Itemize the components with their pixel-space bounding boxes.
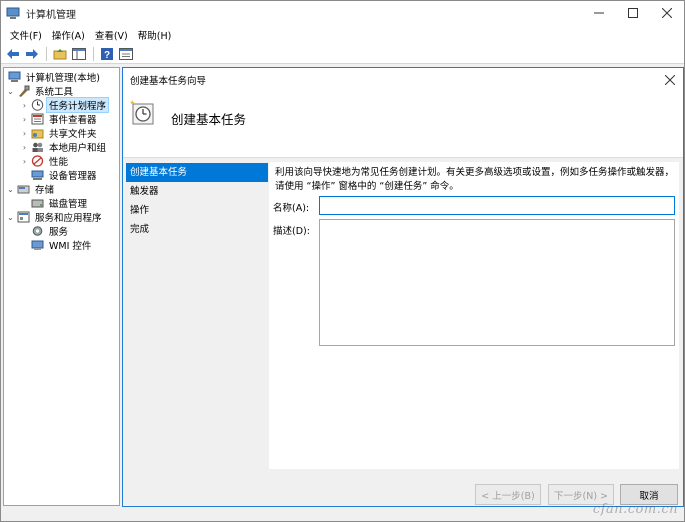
chevron-down-icon[interactable]: ⌄	[6, 213, 15, 222]
menu-help[interactable]: 帮助(H)	[133, 28, 177, 42]
tree-item-performance[interactable]: › 性能	[20, 154, 70, 168]
description-field[interactable]	[319, 219, 675, 346]
menu-file[interactable]: 文件(F)	[5, 28, 47, 42]
wizard-content: 利用该向导快速地为常见任务创建计划。有关更多高级选项或设置，例如多任务操作或触发…	[269, 162, 679, 469]
storage-icon	[17, 183, 30, 195]
users-icon	[31, 141, 44, 153]
task-wizard-icon	[129, 98, 157, 126]
maximize-button[interactable]	[616, 1, 650, 25]
close-icon	[665, 75, 675, 85]
chevron-right-icon[interactable]: ›	[20, 115, 29, 124]
menu-bar: 文件(F) 操作(A) 查看(V) 帮助(H)	[1, 25, 684, 44]
tree-item-event-viewer[interactable]: › 事件查看器	[20, 112, 99, 126]
tree-item-root[interactable]: 计算机管理(本地)	[6, 70, 102, 84]
tree-item-services-apps[interactable]: ⌄ 服务和应用程序	[6, 210, 104, 224]
toolbar: ?	[1, 44, 684, 64]
description-label: 描述(D):	[273, 226, 310, 237]
back-step-button[interactable]: < 上一步(B)	[475, 484, 541, 505]
svg-text:?: ?	[103, 50, 109, 60]
step-finish[interactable]: 完成	[126, 220, 268, 239]
step-action[interactable]: 操作	[126, 201, 268, 220]
folder-up-icon	[53, 48, 66, 59]
tree-item-device-manager[interactable]: 设备管理器	[20, 168, 99, 182]
toolbar-separator	[46, 46, 47, 61]
title-bar[interactable]: 计算机管理	[1, 1, 684, 25]
back-button[interactable]	[4, 46, 21, 62]
clock-icon	[31, 99, 44, 111]
wmi-icon	[31, 239, 44, 251]
help-icon: ?	[100, 47, 113, 60]
chevron-right-icon[interactable]: ›	[20, 129, 29, 138]
name-field[interactable]	[319, 196, 675, 215]
computer-management-icon	[6, 6, 20, 20]
disk-icon	[31, 197, 44, 209]
wizard-header: 创建基本任务	[123, 92, 683, 158]
properties-button[interactable]	[117, 46, 134, 62]
console-tree: 计算机管理(本地) ⌄ 系统工具 › 任务计划程序 › 事件查看器 › 共享文件…	[3, 67, 120, 506]
minimize-icon	[594, 12, 604, 14]
dialog-close-button[interactable]	[661, 71, 679, 89]
tree-item-disk-management[interactable]: 磁盘管理	[20, 196, 89, 210]
device-manager-icon	[31, 169, 44, 181]
shared-folder-icon	[31, 127, 44, 139]
computer-icon	[8, 71, 21, 83]
tree-item-storage[interactable]: ⌄ 存储	[6, 182, 56, 197]
minimize-button[interactable]	[582, 1, 616, 25]
computer-management-window: 计算机管理 文件(F) 操作(A) 查看(V) 帮助(H) ? 计算机管理(本地…	[0, 0, 685, 522]
gear-icon	[31, 225, 44, 237]
toolbar-separator	[93, 46, 94, 61]
help-button[interactable]: ?	[98, 46, 115, 62]
event-viewer-icon	[31, 113, 44, 125]
wizard-description: 利用该向导快速地为常见任务创建计划。有关更多高级选项或设置，例如多任务操作或触发…	[275, 167, 675, 192]
chevron-right-icon[interactable]: ›	[20, 101, 29, 110]
forward-button[interactable]	[23, 46, 40, 62]
tree-item-services[interactable]: 服务	[20, 224, 70, 238]
console-tree-icon	[71, 47, 86, 60]
performance-icon	[31, 155, 44, 167]
up-folder-button[interactable]	[51, 46, 68, 62]
back-arrow-icon	[6, 48, 19, 59]
tree-item-task-scheduler[interactable]: › 任务计划程序	[20, 97, 110, 113]
chevron-down-icon[interactable]: ⌄	[6, 185, 15, 194]
maximize-icon	[628, 8, 638, 18]
wizard-heading: 创建基本任务	[171, 112, 247, 127]
menu-view[interactable]: 查看(V)	[90, 28, 133, 42]
step-trigger[interactable]: 触发器	[126, 182, 268, 201]
name-label: 名称(A):	[273, 203, 310, 214]
window-title: 计算机管理	[26, 9, 76, 21]
tree-item-system-tools[interactable]: ⌄ 系统工具	[6, 84, 75, 98]
properties-icon	[118, 47, 133, 60]
services-apps-icon	[17, 211, 30, 223]
close-button[interactable]	[650, 1, 684, 25]
dialog-title-bar[interactable]: 创建基本任务向导	[123, 68, 683, 92]
dialog-title: 创建基本任务向导	[130, 76, 207, 87]
tree-item-shared-folders[interactable]: › 共享文件夹	[20, 126, 99, 141]
tree-item-local-users[interactable]: › 本地用户和组	[20, 140, 108, 155]
show-hide-tree-button[interactable]	[70, 46, 87, 62]
close-icon	[662, 8, 672, 18]
tree-item-wmi-control[interactable]: WMI 控件	[20, 238, 93, 252]
chevron-right-icon[interactable]: ›	[20, 157, 29, 166]
forward-arrow-icon	[25, 48, 38, 59]
wizard-steps: 创建基本任务 触发器 操作 完成	[126, 163, 268, 239]
watermark: cfan.com.cn	[592, 502, 678, 517]
chevron-right-icon[interactable]: ›	[20, 143, 29, 152]
tools-icon	[17, 85, 30, 97]
create-basic-task-wizard: 创建基本任务向导 创建基本任务 创建基本任务 触发器 操作 完成 利用该向导快速…	[122, 67, 684, 507]
menu-action[interactable]: 操作(A)	[47, 28, 90, 42]
step-create-basic-task[interactable]: 创建基本任务	[126, 163, 268, 182]
chevron-down-icon[interactable]: ⌄	[6, 87, 15, 96]
